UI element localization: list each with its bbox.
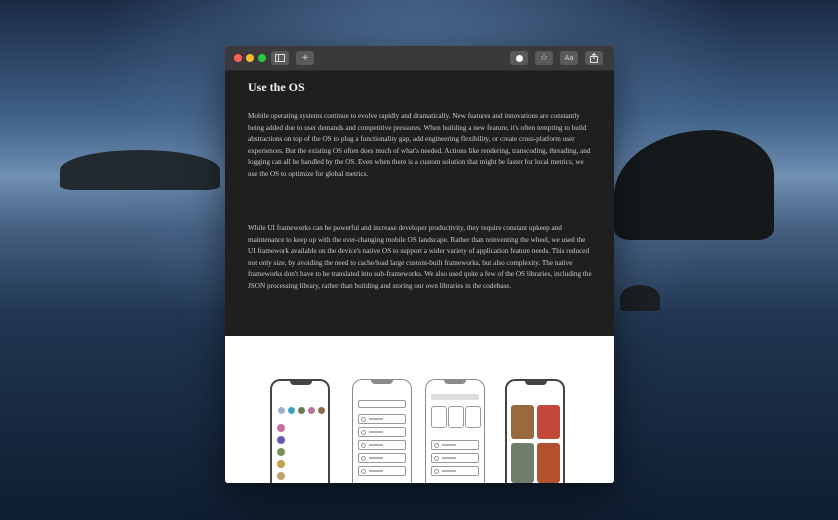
- share-icon: [590, 52, 598, 63]
- phone-notch: [444, 380, 466, 384]
- avatar: [277, 472, 285, 480]
- minimize-button[interactable]: [246, 54, 254, 62]
- zoom-button[interactable]: [258, 54, 266, 62]
- sidebar-toggle-button[interactable]: [271, 51, 289, 65]
- avatar: [308, 407, 315, 414]
- avatar: [318, 407, 325, 414]
- phone-notch: [290, 381, 312, 385]
- story-tile: [537, 443, 560, 483]
- appearance-toggle-button[interactable]: [510, 51, 528, 65]
- close-button[interactable]: [234, 54, 242, 62]
- wallpaper-island-right: [614, 130, 774, 240]
- article-content: Use the OS Mobile operating systems cont…: [225, 71, 614, 336]
- article-paragraph-1: Mobile operating systems continue to evo…: [248, 112, 591, 178]
- star-icon: ☆: [539, 53, 549, 63]
- article-illustration: [225, 336, 614, 483]
- phone-notch: [371, 380, 393, 384]
- phone-mockup-stories: [505, 379, 565, 483]
- wireframe-tile: [465, 406, 481, 428]
- story-tile: [511, 443, 534, 483]
- font-size-button[interactable]: Aa: [560, 51, 578, 65]
- story-tile: [511, 405, 534, 439]
- wireframe-tile: [431, 406, 447, 428]
- wireframe-row: [358, 466, 406, 476]
- phone-wireframe-grid: [425, 379, 485, 483]
- avatar: [298, 407, 305, 414]
- avatar: [288, 407, 295, 414]
- wireframe-header: [431, 394, 479, 400]
- wireframe-row: [431, 440, 479, 450]
- wallpaper-rock: [620, 285, 660, 311]
- article-paragraph-2: While UI frameworks can be powerful and …: [248, 224, 592, 290]
- new-tab-button[interactable]: +: [296, 51, 314, 65]
- phone-wireframe-list: [352, 379, 412, 483]
- phone-notch: [525, 381, 547, 385]
- story-tile: [537, 405, 560, 439]
- window-toolbar: + ☆ Aa: [225, 46, 614, 71]
- wireframe-tile: [448, 406, 464, 428]
- avatar: [277, 448, 285, 456]
- share-button[interactable]: [585, 51, 603, 65]
- appearance-toggle-icon: [515, 54, 523, 62]
- reader-window: + ☆ Aa Use the OS Mobile operating syste…: [225, 46, 614, 483]
- wallpaper-island-left: [60, 150, 220, 190]
- wireframe-row: [431, 466, 479, 476]
- plus-icon: +: [301, 53, 309, 63]
- wireframe-row: [358, 453, 406, 463]
- sidebar-icon: [275, 54, 285, 62]
- avatar: [277, 460, 285, 468]
- article-heading: Use the OS: [248, 80, 305, 94]
- phone-mockup-messenger: [270, 379, 330, 483]
- avatar: [277, 436, 285, 444]
- wireframe-row: [358, 427, 406, 437]
- avatar: [278, 407, 285, 414]
- avatar: [277, 424, 285, 432]
- wireframe-search-bar: [358, 400, 406, 408]
- bookmark-button[interactable]: ☆: [535, 51, 553, 65]
- font-size-icon: Aa: [564, 54, 574, 62]
- wireframe-row: [358, 440, 406, 450]
- wireframe-row: [358, 414, 406, 424]
- wireframe-row: [431, 453, 479, 463]
